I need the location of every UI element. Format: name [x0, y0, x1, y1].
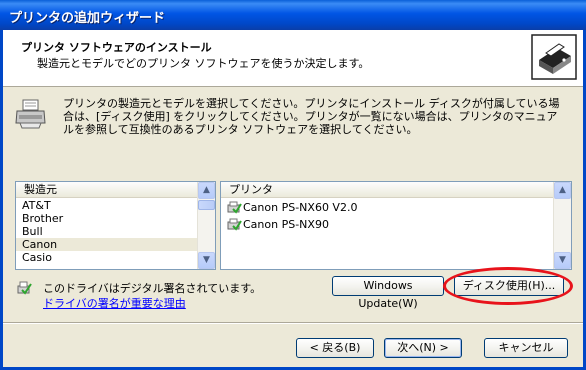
printer-listbox[interactable]: プリンタ Canon PS-NX60 V2.0 Canon PS-NX90 ▲ …: [220, 181, 572, 270]
scroll-up-icon[interactable]: ▲: [554, 182, 571, 199]
manufacturer-scrollbar[interactable]: ▲ ▼: [197, 182, 215, 269]
printer-column-header[interactable]: プリンタ: [221, 182, 554, 198]
manufacturer-listbox[interactable]: 製造元 AT&T Brother Bull Canon Casio ▲ ▼: [15, 181, 216, 270]
printer-scrollbar[interactable]: ▲ ▼: [553, 182, 571, 269]
signature-status-text: このドライバはデジタル署名されています。: [43, 282, 262, 295]
back-button[interactable]: < 戻る(B): [296, 338, 374, 358]
list-item[interactable]: Bull: [16, 225, 198, 238]
signature-info-link[interactable]: ドライバの署名が重要な理由: [43, 295, 186, 311]
header-title: プリンタ ソフトウェアのインストール: [21, 41, 212, 54]
printer-name: Canon PS-NX90: [243, 218, 329, 231]
manufacturer-column-header[interactable]: 製造元: [16, 182, 198, 198]
cancel-button[interactable]: キャンセル: [484, 338, 568, 358]
list-item[interactable]: AT&T: [16, 199, 198, 212]
printer-name: Canon PS-NX60 V2.0: [243, 201, 358, 214]
signed-driver-icon: [17, 281, 32, 295]
scroll-up-icon[interactable]: ▲: [198, 182, 215, 199]
list-item-selected[interactable]: Canon: [16, 238, 198, 251]
window-title: プリンタの追加ウィザード: [0, 0, 586, 30]
instruction-text: プリンタの製造元とモデルを選択してください。プリンタにインストール ディスクが付…: [63, 97, 560, 136]
printer-wizard-icon: [531, 34, 577, 80]
separator: [3, 322, 583, 324]
scroll-down-icon[interactable]: ▼: [198, 252, 215, 269]
list-item[interactable]: Canon PS-NX60 V2.0: [221, 199, 554, 216]
signed-driver-icon: [227, 201, 242, 214]
list-item[interactable]: Canon PS-NX90: [221, 216, 554, 233]
highlight-oval: [443, 267, 573, 305]
header-subtitle: 製造元とモデルでどのプリンタ ソフトウェアを使うか決定します。: [37, 57, 370, 70]
list-item[interactable]: Brother: [16, 212, 198, 225]
wizard-header: プリンタ ソフトウェアのインストール 製造元とモデルでどのプリンタ ソフトウェア…: [3, 30, 583, 87]
windows-update-button[interactable]: Windows Update(W): [332, 276, 444, 310]
list-item[interactable]: Casio: [16, 251, 198, 264]
next-button[interactable]: 次へ(N) >: [384, 338, 462, 358]
scroll-thumb[interactable]: [198, 200, 215, 210]
printer-icon: [15, 99, 46, 129]
scroll-down-icon[interactable]: ▼: [554, 252, 571, 269]
signed-driver-icon: [227, 218, 242, 231]
